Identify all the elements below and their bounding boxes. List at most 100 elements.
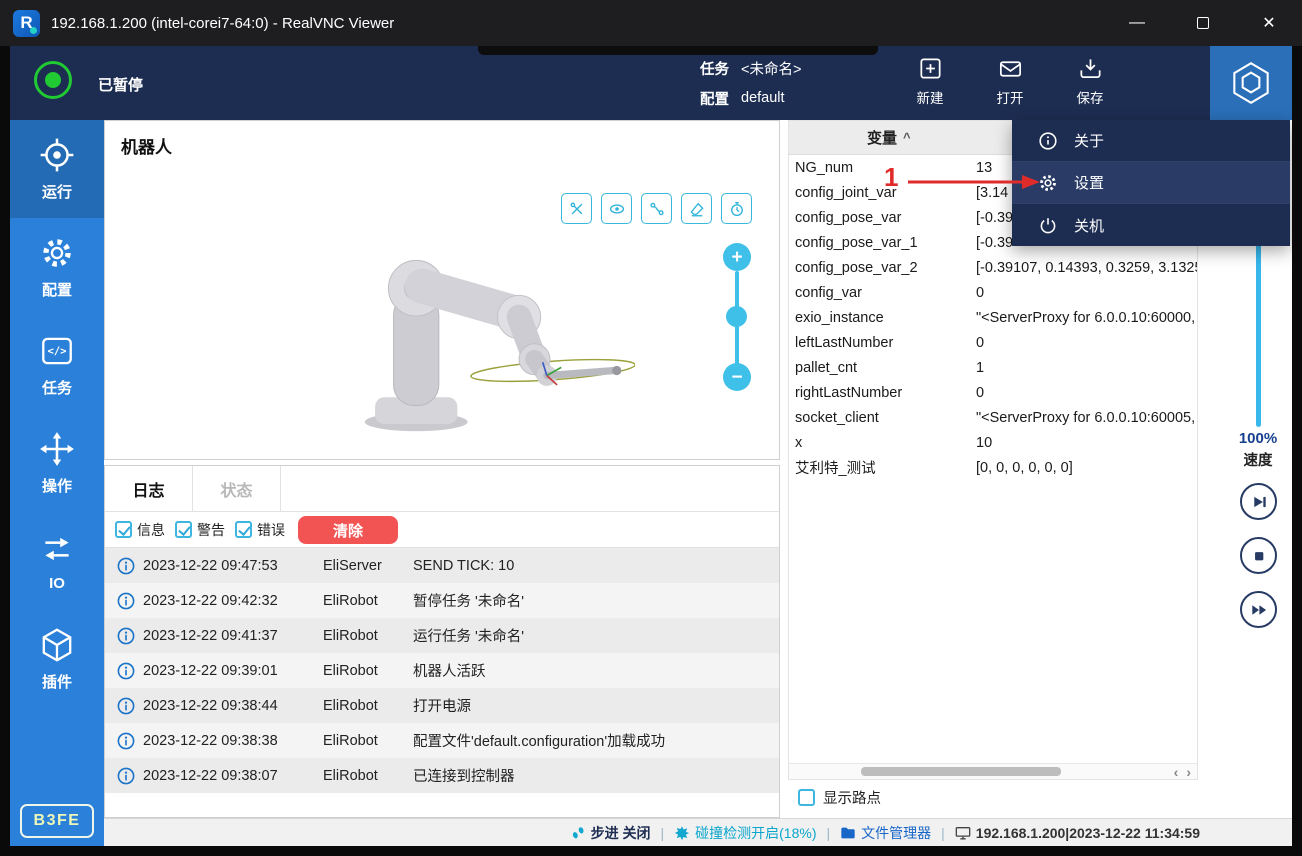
log-source: EliRobot bbox=[323, 698, 405, 714]
sidebar-item-plugin[interactable]: 插件 bbox=[10, 610, 104, 708]
log-entry[interactable]: 2023-12-22 09:39:01 EliRobot 机器人活跃 bbox=[105, 653, 779, 688]
variable-value: 0 bbox=[976, 285, 1197, 301]
info-icon bbox=[117, 557, 135, 575]
code-task-icon: </> bbox=[38, 332, 76, 370]
window-controls: — ✕ bbox=[1104, 0, 1302, 46]
waypoints-checkbox-icon bbox=[798, 789, 815, 806]
separator: | bbox=[661, 825, 665, 841]
scroll-right-icon[interactable]: › bbox=[1186, 764, 1191, 780]
log-entry[interactable]: 2023-12-22 09:42:32 EliRobot 暂停任务 '未命名' bbox=[105, 583, 779, 618]
sidebar-item-run[interactable]: 运行 bbox=[10, 120, 104, 218]
variable-value: [-0.39107, 0.14393, 0.3259, 3.1325 bbox=[976, 260, 1197, 276]
variable-row[interactable]: x10 bbox=[789, 430, 1197, 455]
log-tabs: 日志 状态 bbox=[105, 466, 779, 512]
log-time: 2023-12-22 09:42:32 bbox=[143, 593, 315, 609]
tab-log[interactable]: 日志 bbox=[105, 466, 193, 511]
filter-warning-label: 警告 bbox=[197, 520, 225, 540]
main-content: 机器人 bbox=[104, 120, 780, 818]
menu-item-shutdown[interactable]: 关机 bbox=[1012, 204, 1290, 246]
task-name-value: <未命名> bbox=[741, 58, 801, 79]
sidebar-item-label: 配置 bbox=[42, 279, 72, 300]
new-task-button[interactable]: 新建 bbox=[890, 55, 970, 107]
log-message: 打开电源 bbox=[413, 695, 779, 716]
eraser-button[interactable] bbox=[681, 193, 712, 224]
variable-row[interactable]: pallet_cnt1 bbox=[789, 355, 1197, 380]
new-file-icon bbox=[917, 55, 944, 82]
log-list: 2023-12-22 09:47:53 EliServer SEND TICK:… bbox=[105, 548, 779, 817]
log-entry[interactable]: 2023-12-22 09:47:53 EliServer SEND TICK:… bbox=[105, 548, 779, 583]
variable-row[interactable]: rightLastNumber0 bbox=[789, 380, 1197, 405]
filter-warning[interactable]: 警告 bbox=[175, 520, 225, 540]
app-logo-button[interactable] bbox=[1210, 46, 1292, 120]
log-entry[interactable]: 2023-12-22 09:38:44 EliRobot 打开电源 bbox=[105, 688, 779, 723]
sidebar-item-task[interactable]: </> 任务 bbox=[10, 316, 104, 414]
task-info: 任务 <未命名> 配置 default bbox=[700, 53, 801, 113]
variable-name: leftLastNumber bbox=[795, 335, 976, 351]
menu-item-settings[interactable]: 设置 bbox=[1012, 162, 1290, 204]
variable-row[interactable]: config_pose_var_2[-0.39107, 0.14393, 0.3… bbox=[789, 255, 1197, 280]
robot-3d-view-panel[interactable]: 机器人 bbox=[104, 120, 780, 460]
zoom-out-button[interactable]: − bbox=[723, 363, 751, 391]
gear-icon bbox=[38, 234, 76, 272]
info-icon bbox=[117, 767, 135, 785]
zoom-slider-thumb[interactable] bbox=[726, 306, 747, 327]
variable-name: config_pose_var_1 bbox=[795, 235, 976, 251]
log-entry[interactable]: 2023-12-22 09:41:37 EliRobot 运行任务 '未命名' bbox=[105, 618, 779, 653]
step-forward-button[interactable] bbox=[1240, 483, 1277, 520]
variable-value: 0 bbox=[976, 385, 1197, 401]
close-button[interactable]: ✕ bbox=[1236, 0, 1302, 46]
log-entry[interactable]: 2023-12-22 09:38:38 EliRobot 配置文件'defaul… bbox=[105, 723, 779, 758]
timer-button[interactable] bbox=[721, 193, 752, 224]
log-entry[interactable]: 2023-12-22 09:38:07 EliRobot 已连接到控制器 bbox=[105, 758, 779, 793]
show-waypoints-option[interactable]: 显示路点 bbox=[788, 784, 1198, 810]
annotation-number: 1 bbox=[884, 162, 898, 192]
robot-status-indicator[interactable] bbox=[34, 61, 72, 99]
open-task-button[interactable]: 打开 bbox=[970, 55, 1050, 107]
sidebar-item-label: 任务 bbox=[42, 377, 72, 398]
tab-status[interactable]: 状态 bbox=[193, 466, 281, 511]
vnc-toolbar-notch[interactable] bbox=[478, 46, 878, 55]
menu-item-about[interactable]: 关于 bbox=[1012, 120, 1290, 162]
filter-error[interactable]: 错误 bbox=[235, 520, 285, 540]
scrollbar-thumb[interactable] bbox=[861, 767, 1061, 776]
file-manager-button[interactable]: 文件管理器 bbox=[840, 823, 931, 843]
horizontal-scrollbar[interactable]: ‹ › bbox=[789, 763, 1197, 779]
path-nodes-button[interactable] bbox=[641, 193, 672, 224]
step-mode-status[interactable]: 步进 关闭 bbox=[570, 823, 651, 843]
variable-name: x bbox=[795, 435, 976, 451]
connection-label: 192.168.1.200|2023-12-22 11:34:59 bbox=[976, 825, 1200, 841]
clear-log-button[interactable]: 清除 bbox=[298, 516, 398, 544]
variable-row[interactable]: config_var0 bbox=[789, 280, 1197, 305]
minimize-button[interactable]: — bbox=[1104, 0, 1170, 46]
step-icon bbox=[570, 825, 586, 841]
sidebar-item-io[interactable]: IO bbox=[10, 512, 104, 610]
separator: | bbox=[827, 825, 831, 841]
log-time: 2023-12-22 09:38:44 bbox=[143, 698, 315, 714]
info-icon bbox=[1038, 131, 1058, 151]
fast-forward-button[interactable] bbox=[1240, 591, 1277, 628]
config-label: 配置 bbox=[700, 88, 729, 109]
zoom-in-button[interactable]: + bbox=[723, 243, 751, 271]
maximize-button[interactable] bbox=[1170, 0, 1236, 46]
header-actions: 新建 打开 保存 bbox=[890, 55, 1130, 107]
robot-arm-3d-model bbox=[255, 173, 635, 461]
collision-detection-status[interactable]: 碰撞检测开启(18%) bbox=[674, 823, 816, 843]
sidebar-item-operate[interactable]: 操作 bbox=[10, 414, 104, 512]
variable-name: 艾利特_测试 bbox=[795, 457, 976, 478]
new-task-label: 新建 bbox=[917, 87, 944, 107]
variable-row[interactable]: leftLastNumber0 bbox=[789, 330, 1197, 355]
save-task-button[interactable]: 保存 bbox=[1050, 55, 1130, 107]
variable-name: config_pose_var bbox=[795, 210, 976, 226]
sidebar-item-config[interactable]: 配置 bbox=[10, 218, 104, 316]
variable-value: 10 bbox=[976, 435, 1197, 451]
stop-button[interactable] bbox=[1240, 537, 1277, 574]
variable-row[interactable]: socket_client"<ServerProxy for 6.0.0.10:… bbox=[789, 405, 1197, 430]
svg-text:</>: </> bbox=[47, 346, 66, 358]
filter-info[interactable]: 信息 bbox=[115, 520, 165, 540]
variable-name: config_var bbox=[795, 285, 976, 301]
variable-row[interactable]: 艾利特_测试[0, 0, 0, 0, 0, 0] bbox=[789, 455, 1197, 480]
move-arrows-icon bbox=[38, 430, 76, 468]
speed-slider-track[interactable] bbox=[1256, 237, 1261, 427]
variable-row[interactable]: exio_instance"<ServerProxy for 6.0.0.10:… bbox=[789, 305, 1197, 330]
scroll-left-icon[interactable]: ‹ bbox=[1174, 764, 1179, 780]
